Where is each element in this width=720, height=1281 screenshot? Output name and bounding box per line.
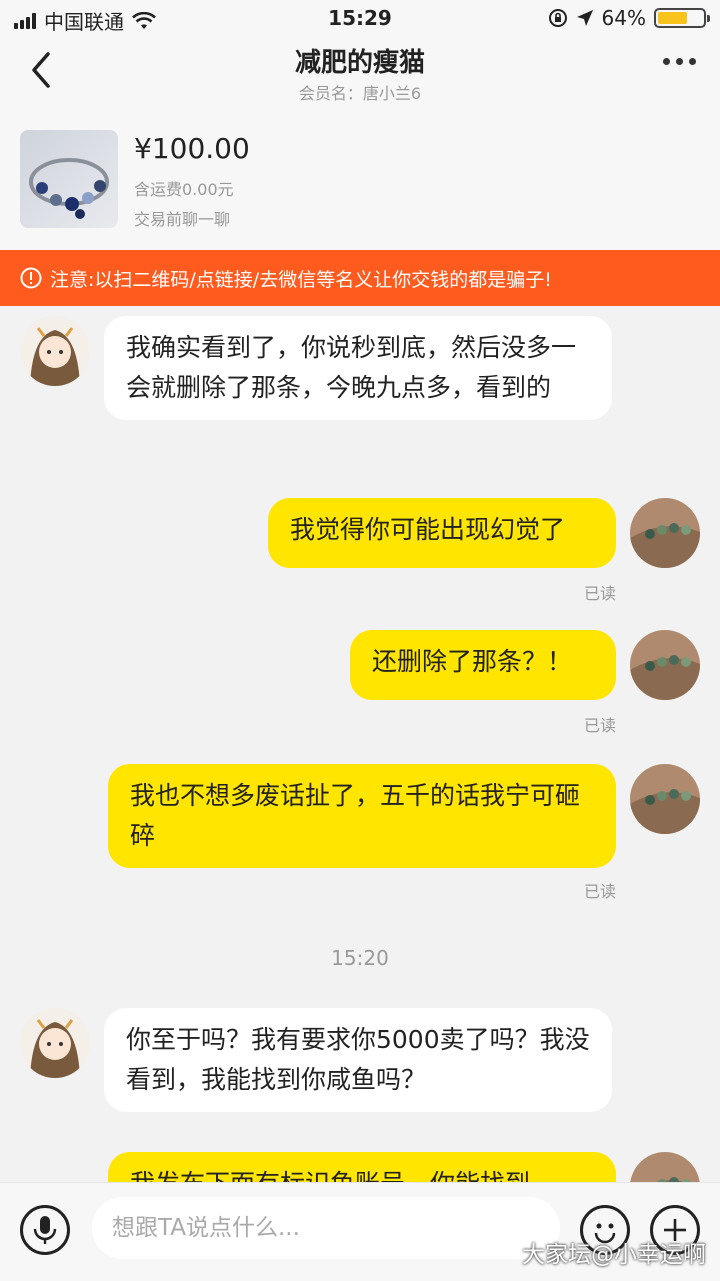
rotation-lock-icon [548, 9, 567, 27]
read-receipt: 已读 [583, 716, 616, 735]
chat-area[interactable]: 我确实看到了，你说秒到底，然后没多一会就删除了那条，今晚九点多，看到的 我觉得你… [0, 306, 720, 1182]
chat-title: 减肥的瘦猫 [294, 48, 425, 78]
product-card[interactable]: ¥100.00 含运费0.00元 交易前聊一聊 [0, 112, 720, 250]
watermark-text: 大家坛@小幸运啊 [522, 1242, 706, 1268]
chat-hint: 交易前聊一聊 [134, 210, 231, 229]
my-avatar[interactable] [630, 498, 700, 568]
microphone-icon[interactable] [20, 1205, 70, 1255]
message-bubble[interactable]: 你至于吗？我有要求你5000卖了吗？我没看到，我能找到你咸鱼吗？ [104, 1008, 612, 1112]
my-avatar[interactable] [630, 630, 700, 700]
message-bubble[interactable]: 我觉得你可能出现幻觉了 [268, 498, 616, 568]
more-icon[interactable] [663, 58, 696, 65]
alert-icon [20, 267, 42, 289]
message-bubble[interactable]: 我确实看到了，你说秒到底，然后没多一会就删除了那条，今晚九点多，看到的 [104, 316, 612, 420]
product-price: ¥100.00 [134, 132, 250, 165]
product-image[interactable] [20, 130, 118, 228]
input-bar: 大家坛@小幸运啊 [0, 1182, 720, 1281]
fraud-warning: 注意:以扫二维码/点链接/去微信等名义让你交钱的都是骗子! [0, 250, 720, 306]
peer-avatar[interactable] [20, 316, 90, 386]
message-timestamp: 15:20 [331, 946, 389, 970]
shipping-fee: 含运费0.00元 [134, 180, 234, 199]
my-avatar[interactable] [630, 1152, 700, 1182]
read-receipt: 已读 [583, 584, 616, 603]
read-receipt: 已读 [583, 882, 616, 901]
member-name: 会员名：唐小兰6 [298, 84, 422, 103]
message-bubble[interactable]: 我发布下面有标识鱼账号，你能找到 [108, 1152, 616, 1182]
my-avatar[interactable] [630, 764, 700, 834]
battery-percent: 64% [601, 6, 646, 30]
peer-avatar[interactable] [20, 1008, 90, 1078]
battery-icon [654, 8, 710, 28]
message-bubble[interactable]: 还删除了那条？！ [350, 630, 616, 700]
location-icon [576, 10, 593, 26]
message-input[interactable] [92, 1197, 560, 1259]
warning-text: 注意:以扫二维码/点链接/去微信等名义让你交钱的都是骗子! [50, 268, 552, 291]
nav-bar: 减肥的瘦猫 会员名：唐小兰6 [0, 36, 720, 112]
status-bar: 中国联通 15:29 64% [0, 0, 720, 36]
message-bubble[interactable]: 我也不想多废话扯了，五千的话我宁可砸碎 [108, 764, 616, 868]
